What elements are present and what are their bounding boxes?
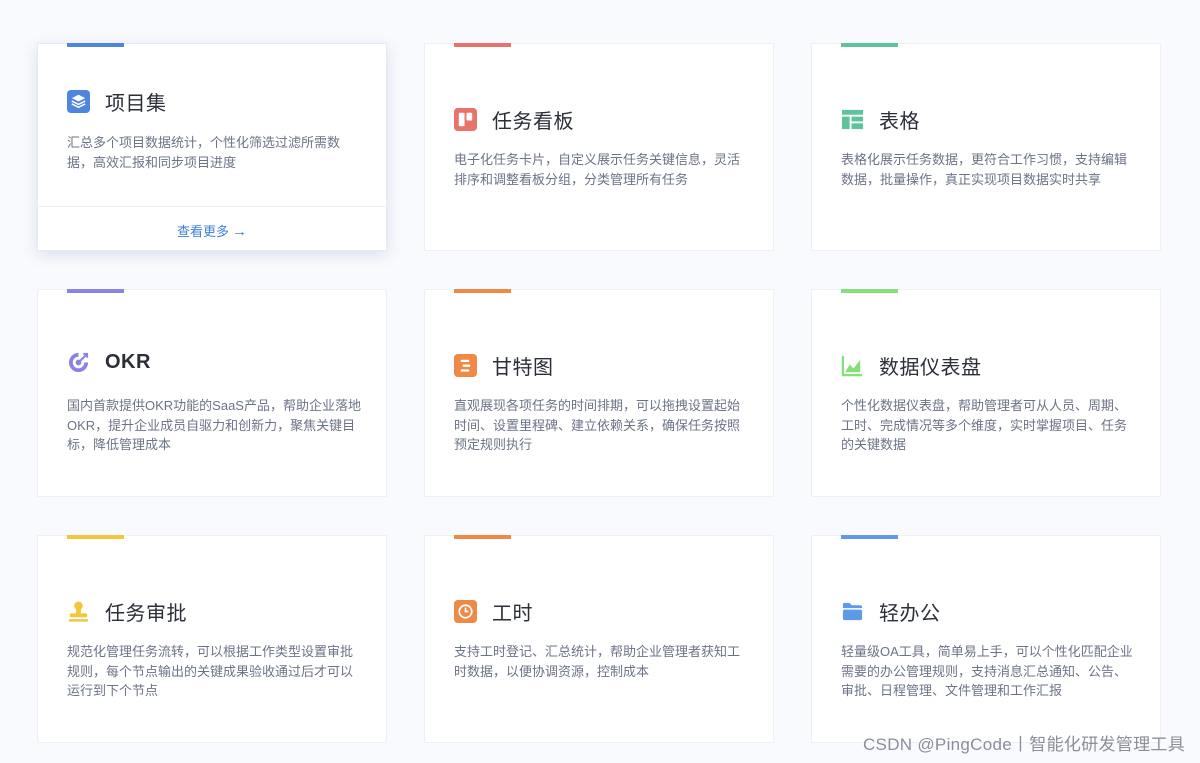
card-accent-bar — [841, 43, 898, 47]
stack-layers-icon — [67, 90, 90, 113]
card-title: 甘特图 — [492, 357, 554, 379]
card-header: 轻办公 — [841, 597, 941, 626]
card-header: 任务看板 — [454, 105, 574, 134]
card-accent-bar — [67, 535, 124, 539]
clock-icon — [454, 600, 477, 623]
gantt-icon — [454, 354, 477, 377]
card-accent-bar — [454, 535, 511, 539]
card-header: 数据仪表盘 — [841, 351, 982, 380]
card-header: 工时 — [454, 597, 533, 626]
area-chart-icon — [841, 354, 864, 377]
card-header: 任务审批 — [67, 597, 187, 626]
card-title: 工时 — [492, 603, 533, 625]
card-title: 轻办公 — [879, 603, 941, 625]
card-description: 国内首款提供OKR功能的SaaS产品，帮助企业落地OKR，提升企业成员自驱力和创… — [67, 398, 361, 452]
card-accent-bar — [841, 535, 898, 539]
card-divider — [38, 206, 386, 207]
approval-stamp-icon — [67, 600, 90, 623]
card-description: 电子化任务卡片，自定义展示任务关键信息，灵活排序和调整看板分组，分类管理所有任务 — [454, 152, 741, 187]
card-accent-bar — [454, 289, 511, 293]
card-accent-bar — [67, 43, 124, 47]
card-description: 表格化展示任务数据，更符合工作习惯，支持编辑数据，批量操作，真正实现项目数据实时… — [841, 152, 1128, 187]
feature-card-table[interactable]: 表格 表格化展示任务数据，更符合工作习惯，支持编辑数据，批量操作，真正实现项目数… — [811, 43, 1161, 251]
feature-card-program[interactable]: 项目集 汇总多个项目数据统计，个性化筛选过滤所需数据，高效汇报和同步项目进度 查… — [37, 43, 387, 251]
card-header: 表格 — [841, 105, 920, 134]
target-icon — [67, 351, 90, 374]
card-header: 项目集 — [67, 87, 167, 116]
card-title: 任务看板 — [492, 111, 574, 133]
card-title: 任务审批 — [105, 603, 187, 625]
feature-card-office[interactable]: 轻办公 轻量级OA工具，简单易上手，可以个性化匹配企业需要的办公管理规则，支持消… — [811, 535, 1161, 743]
card-accent-bar — [67, 289, 124, 293]
card-description: 汇总多个项目数据统计，个性化筛选过滤所需数据，高效汇报和同步项目进度 — [67, 135, 341, 170]
feature-card-timesheet[interactable]: 工时 支持工时登记、汇总统计，帮助企业管理者获知工时数据，以便协调资源，控制成本 — [424, 535, 774, 743]
card-header: OKR — [67, 351, 151, 374]
arrow-right-icon: → — [232, 223, 247, 240]
view-more-label: 查看更多 — [176, 224, 229, 239]
card-accent-bar — [454, 43, 511, 47]
card-title: OKR — [105, 351, 151, 373]
card-description: 规范化管理任务流转，可以根据工作类型设置审批规则，每个节点输出的关键成果验收通过… — [67, 644, 354, 698]
card-title: 数据仪表盘 — [879, 357, 982, 379]
table-icon — [841, 108, 864, 131]
feature-card-gantt[interactable]: 甘特图 直观展现各项任务的时间排期，可以拖拽设置起始时间、设置里程碑、建立依赖关… — [424, 289, 774, 497]
card-title: 项目集 — [105, 93, 167, 115]
watermark-text: CSDN @PingCode丨智能化研发管理工具 — [862, 735, 1185, 754]
view-more-link[interactable]: 查看更多 → — [38, 221, 386, 240]
feature-card-kanban[interactable]: 任务看板 电子化任务卡片，自定义展示任务关键信息，灵活排序和调整看板分组，分类管… — [424, 43, 774, 251]
kanban-board-icon — [454, 108, 477, 131]
card-description: 个性化数据仪表盘，帮助管理者可从人员、周期、工时、完成情况等多个维度，实时掌握项… — [841, 398, 1128, 452]
card-description: 支持工时登记、汇总统计，帮助企业管理者获知工时数据，以便协调资源，控制成本 — [454, 644, 741, 679]
feature-card-okr[interactable]: OKR 国内首款提供OKR功能的SaaS产品，帮助企业落地OKR，提升企业成员自… — [37, 289, 387, 497]
feature-card-approval[interactable]: 任务审批 规范化管理任务流转，可以根据工作类型设置审批规则，每个节点输出的关键成… — [37, 535, 387, 743]
card-description: 轻量级OA工具，简单易上手，可以个性化匹配企业需要的办公管理规则，支持消息汇总通… — [841, 644, 1133, 698]
card-description: 直观展现各项任务的时间排期，可以拖拽设置起始时间、设置里程碑、建立依赖关系，确保… — [454, 398, 741, 452]
folder-icon — [841, 600, 864, 623]
card-header: 甘特图 — [454, 351, 554, 380]
card-title: 表格 — [879, 111, 920, 133]
feature-card-dashboard[interactable]: 数据仪表盘 个性化数据仪表盘，帮助管理者可从人员、周期、工时、完成情况等多个维度… — [811, 289, 1161, 497]
card-accent-bar — [841, 289, 898, 293]
